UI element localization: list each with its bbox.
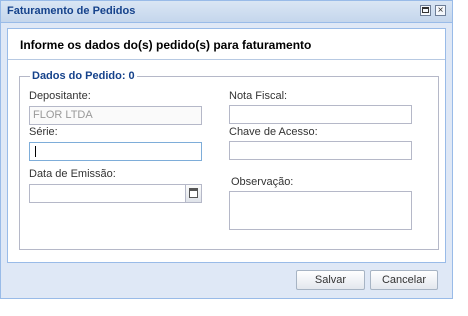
save-button[interactable]: Salvar bbox=[296, 270, 365, 290]
dialog-body: Informe os dados do(s) pedido(s) para fa… bbox=[7, 28, 446, 263]
maximize-icon[interactable] bbox=[420, 5, 431, 16]
title-bar[interactable]: Faturamento de Pedidos × bbox=[1, 1, 452, 23]
data-emissao-label: Data de Emissão: bbox=[29, 168, 116, 180]
close-icon[interactable]: × bbox=[435, 5, 446, 16]
calendar-icon bbox=[189, 188, 198, 198]
data-emissao-field[interactable] bbox=[29, 184, 186, 203]
dialog-window: Faturamento de Pedidos × Informe os dado… bbox=[0, 0, 453, 299]
window-title: Faturamento de Pedidos bbox=[7, 5, 136, 17]
observacao-label: Observação: bbox=[231, 176, 294, 188]
depositante-label: Depositante: bbox=[29, 90, 91, 102]
serie-label: Série: bbox=[29, 126, 58, 138]
date-picker-trigger[interactable] bbox=[185, 184, 202, 203]
nota-fiscal-field[interactable] bbox=[229, 105, 412, 124]
cancel-button[interactable]: Cancelar bbox=[370, 270, 438, 290]
chave-acesso-label: Chave de Acesso: bbox=[229, 126, 318, 138]
observacao-field[interactable] bbox=[229, 191, 412, 230]
form-header-text: Informe os dados do(s) pedido(s) para fa… bbox=[20, 38, 312, 52]
chave-acesso-field[interactable] bbox=[229, 141, 412, 160]
text-cursor bbox=[35, 146, 36, 157]
form-header: Informe os dados do(s) pedido(s) para fa… bbox=[8, 29, 445, 60]
depositante-value: FLOR LTDA bbox=[33, 109, 93, 121]
nota-fiscal-label: Nota Fiscal: bbox=[229, 90, 288, 102]
serie-field[interactable] bbox=[29, 142, 202, 161]
fieldset-legend: Dados do Pedido: 0 bbox=[32, 70, 135, 82]
depositante-field: FLOR LTDA bbox=[29, 106, 202, 125]
